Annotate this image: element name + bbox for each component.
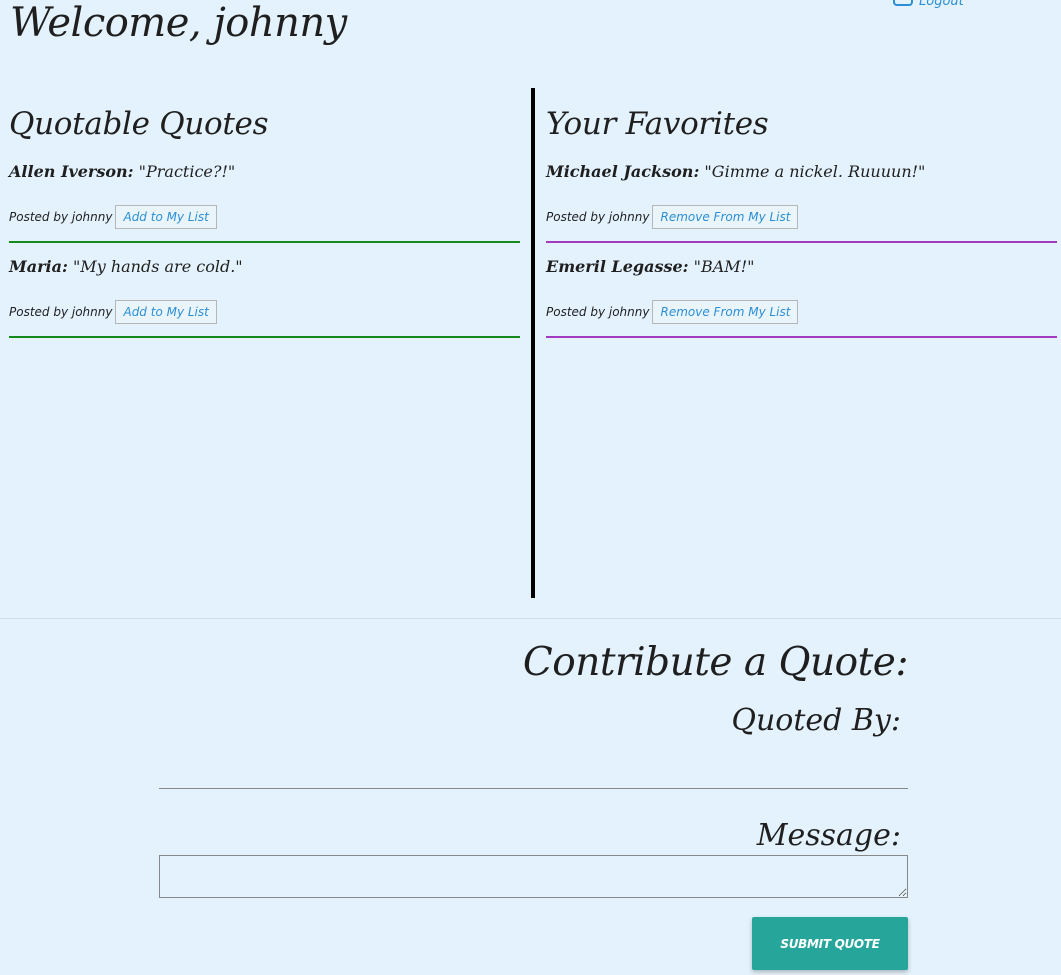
favorite-item: Michael Jackson: "Gimme a nickel. Ruuuun… <box>546 148 1057 243</box>
favorite-item: Emeril Legasse: "BAM!" Posted by johnny … <box>546 243 1057 338</box>
message-label: Message: <box>756 818 901 853</box>
quote-meta: Posted by johnny Add to My List <box>9 299 520 325</box>
contribute-title: Contribute a Quote: <box>522 640 909 685</box>
logout-label: Logout <box>919 0 964 9</box>
quoted-by-label: Quoted By: <box>731 703 901 738</box>
logout-link[interactable]: Logout <box>893 0 964 9</box>
posted-by: Posted by johnny <box>9 305 113 319</box>
quote-item: Maria: "My hands are cold." Posted by jo… <box>9 243 520 338</box>
quote-author: Michael Jackson: <box>546 162 700 181</box>
message-textarea[interactable] <box>159 855 908 898</box>
logout-icon <box>893 0 913 6</box>
quote-body: "Gimme a nickel. Ruuuun!" <box>699 162 926 181</box>
quote-author: Allen Iverson: <box>9 162 134 181</box>
column-divider <box>531 88 535 598</box>
posted-by: Posted by johnny <box>546 210 650 224</box>
remove-from-list-button[interactable]: Remove From My List <box>652 300 799 324</box>
quote-text: Emeril Legasse: "BAM!" <box>546 243 1057 299</box>
posted-by: Posted by johnny <box>9 210 113 224</box>
welcome-heading: Welcome, johnny <box>10 0 347 46</box>
section-divider <box>0 618 1061 619</box>
quotable-quotes-column: Quotable Quotes Allen Iverson: "Practice… <box>9 88 520 338</box>
add-to-list-button[interactable]: Add to My List <box>115 205 217 229</box>
quote-text: Michael Jackson: "Gimme a nickel. Ruuuun… <box>546 148 1057 204</box>
quote-meta: Posted by johnny Remove From My List <box>546 299 1057 325</box>
quoted-by-input[interactable] <box>159 760 908 789</box>
quotable-quotes-title: Quotable Quotes <box>9 106 269 142</box>
quote-text: Allen Iverson: "Practice?!" <box>9 148 520 204</box>
quote-body: "BAM!" <box>688 257 755 276</box>
quote-body: "My hands are cold." <box>67 257 243 276</box>
submit-quote-button[interactable]: SUBMIT QUOTE <box>752 917 908 970</box>
posted-by: Posted by johnny <box>546 305 650 319</box>
favorites-title: Your Favorites <box>546 106 769 142</box>
quote-author: Maria: <box>9 257 68 276</box>
quote-meta: Posted by johnny Add to My List <box>9 204 520 230</box>
remove-from-list-button[interactable]: Remove From My List <box>652 205 799 229</box>
quote-meta: Posted by johnny Remove From My List <box>546 204 1057 230</box>
add-to-list-button[interactable]: Add to My List <box>115 300 217 324</box>
quote-item: Allen Iverson: "Practice?!" Posted by jo… <box>9 148 520 243</box>
quote-text: Maria: "My hands are cold." <box>9 243 520 299</box>
favorites-column: Your Favorites Michael Jackson: "Gimme a… <box>546 88 1057 338</box>
quote-author: Emeril Legasse: <box>546 257 689 276</box>
quote-body: "Practice?!" <box>133 162 236 181</box>
